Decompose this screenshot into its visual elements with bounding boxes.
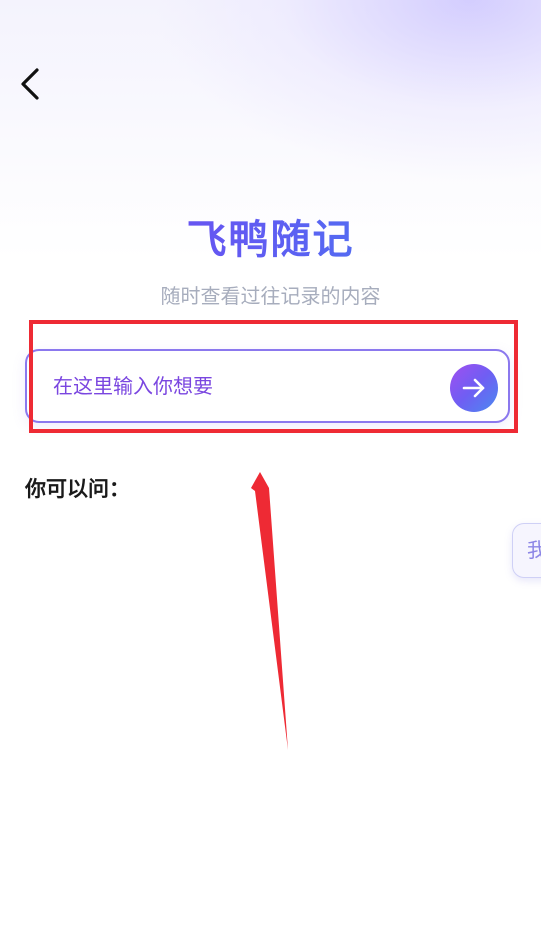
side-tab-label: 我	[527, 538, 541, 562]
app-subtitle: 随时查看过往记录的内容	[160, 284, 381, 308]
side-floating-tab[interactable]: 我	[512, 523, 541, 578]
suggestions-label: 你可以问：	[25, 477, 130, 501]
search-input[interactable]	[53, 369, 433, 403]
submit-button[interactable]	[450, 364, 498, 412]
back-button[interactable]	[12, 64, 48, 104]
chevron-left-icon	[21, 68, 39, 100]
app-title: 飞鸭随记	[0, 214, 541, 266]
arrow-right-icon	[462, 378, 485, 398]
search-box	[25, 349, 510, 423]
